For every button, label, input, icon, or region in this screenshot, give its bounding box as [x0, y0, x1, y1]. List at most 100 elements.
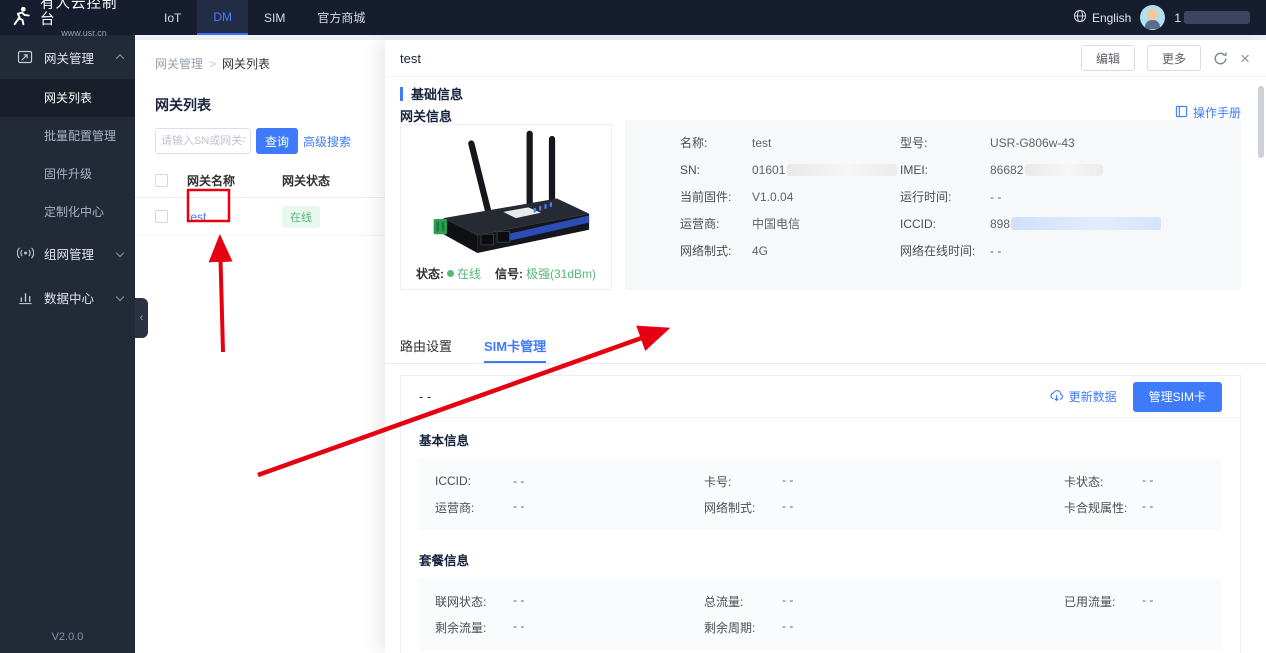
sidebar-group-network[interactable]: 组网管理 [0, 231, 135, 275]
column-gateway-name: 网关名称 [187, 172, 282, 189]
device-card: 状态: 在线 信号: 极强(31dBm) [400, 124, 612, 290]
field-value: - - [513, 619, 524, 636]
edit-button[interactable]: 编辑 [1081, 45, 1135, 71]
cloud-download-icon [1049, 388, 1064, 406]
field-label: 运行时间: [900, 188, 990, 205]
search-button[interactable]: 查询 [256, 128, 298, 154]
gateway-name-link[interactable]: test [187, 210, 206, 224]
device-status-value: 在线 [457, 265, 481, 282]
row-checkbox[interactable] [155, 210, 168, 223]
tab-sim-management[interactable]: SIM卡管理 [484, 336, 546, 363]
detail-tabs: 路由设置 SIM卡管理 [400, 336, 546, 363]
iccid-link[interactable]: 898 [990, 217, 1010, 231]
device-status-label: 状态: [416, 265, 444, 282]
nav-tab-sim[interactable]: SIM [248, 0, 301, 35]
chevron-up-icon [116, 54, 124, 62]
breadcrumb: 网关管理 > 网关列表 [155, 55, 270, 72]
field-value: - - [513, 474, 524, 488]
breadcrumb-parent[interactable]: 网关管理 [155, 55, 203, 72]
field-value: - - [782, 499, 793, 516]
field-label: ICCID: [900, 217, 990, 231]
table-row: test 在线 [135, 198, 385, 236]
page: 有人云控制台 www.usr.cn IoT DM SIM 官方商城 Englis… [0, 0, 1266, 653]
field-value: - - [782, 473, 793, 490]
imei-redacted [1025, 164, 1103, 176]
field-value: V1.0.04 [752, 190, 793, 204]
sim-management-box: - - 更新数据 管理SIM卡 基本信息 [400, 375, 1241, 653]
field-value: - - [782, 619, 793, 636]
search-input[interactable] [155, 128, 251, 154]
sidebar-group-label: 数据中心 [44, 288, 94, 307]
field-value: - - [990, 244, 1001, 258]
sidebar-group-datacenter[interactable]: 数据中心 [0, 275, 135, 319]
refresh-icon[interactable] [1213, 51, 1228, 66]
drawer-title: test [400, 51, 421, 66]
logo-title: 有人云控制台 [40, 0, 128, 29]
update-data-link[interactable]: 更新数据 [1049, 388, 1117, 406]
more-button[interactable]: 更多 [1147, 45, 1201, 71]
sidebar-collapse-handle[interactable]: ‹ [135, 298, 148, 338]
scrollbar[interactable] [1258, 86, 1264, 158]
logo-subtitle: www.usr.cn [61, 29, 107, 39]
breadcrumb-separator: > [209, 57, 216, 71]
manage-sim-button[interactable]: 管理SIM卡 [1133, 382, 1222, 412]
field-value: 4G [752, 244, 768, 258]
sidebar-group-label: 网关管理 [44, 48, 94, 67]
signal-label: 信号: [495, 265, 523, 282]
close-icon[interactable]: × [1240, 50, 1250, 67]
field-value: - - [1142, 499, 1153, 516]
usr-logo[interactable]: 有人云控制台 www.usr.cn [0, 0, 138, 35]
manual-link[interactable]: 操作手册 [1175, 104, 1241, 121]
globe-icon [1073, 9, 1087, 26]
sim-basic-info-fields: ICCID:- - 卡号:- - 卡状态:- - 运营商:- - 网络制式:- … [419, 458, 1222, 530]
version-label: V2.0.0 [0, 631, 135, 643]
field-label: 卡状态: [1064, 473, 1142, 490]
advanced-search-link[interactable]: 高级搜索 [303, 133, 351, 150]
sidebar-group-label: 组网管理 [44, 244, 94, 263]
username[interactable]: 1 [1174, 11, 1250, 25]
section-accent-bar [400, 87, 403, 101]
sidebar-item-customization[interactable]: 定制化中心 [0, 193, 135, 231]
nav-tab-mall[interactable]: 官方商城 [301, 0, 381, 35]
field-label: 型号: [900, 134, 990, 151]
sim-box-header: - - 更新数据 管理SIM卡 [401, 376, 1240, 418]
avatar[interactable] [1140, 5, 1165, 30]
tab-route-settings[interactable]: 路由设置 [400, 336, 452, 363]
sidebar: 网关管理 网关列表 批量配置管理 固件升级 定制化中心 组网管理 [0, 35, 135, 653]
field-label: 网络在线时间: [900, 242, 990, 259]
gateway-info-panel: 名称:test SN:01601 当前固件:V1.0.04 运营商:中国电信 网… [625, 120, 1241, 290]
language-switcher[interactable]: English [1073, 9, 1131, 26]
online-dot-icon [447, 270, 454, 277]
select-all-checkbox[interactable] [155, 174, 168, 187]
status-badge: 在线 [282, 206, 320, 228]
chevron-down-icon [116, 293, 124, 301]
sidebar-item-gateway-list[interactable]: 网关列表 [0, 79, 135, 117]
field-label: 总流量: [704, 593, 782, 610]
field-label: 已用流量: [1064, 593, 1142, 610]
field-label: IMEI: [900, 163, 990, 177]
sidebar-item-firmware-upgrade[interactable]: 固件升级 [0, 155, 135, 193]
nav-tab-dm[interactable]: DM [197, 0, 248, 35]
sidebar-group-gateway[interactable]: 网关管理 [0, 35, 135, 79]
field-value: - - [513, 499, 524, 516]
nav-tab-iot[interactable]: IoT [148, 0, 197, 35]
field-label: 剩余周期: [704, 619, 782, 636]
field-value: - - [513, 593, 524, 610]
sidebar-item-batch-config[interactable]: 批量配置管理 [0, 117, 135, 155]
breadcrumb-current: 网关列表 [222, 55, 270, 72]
sim-plan-info-title: 套餐信息 [419, 550, 1222, 569]
field-value: 86682 [990, 163, 1023, 177]
username-prefix: 1 [1174, 11, 1181, 25]
sn-redacted [787, 164, 897, 176]
field-label: 卡合规属性: [1064, 499, 1142, 516]
section-basic-info-label: 基础信息 [411, 84, 463, 103]
field-value: 中国电信 [752, 215, 800, 232]
bar-chart-icon [16, 290, 34, 305]
field-label: 剩余流量: [435, 619, 513, 636]
gateway-list-panel: 网关管理 > 网关列表 网关列表 查询 高级搜索 网关名称 网关状态 test … [135, 40, 385, 653]
field-value: USR-G806w-43 [990, 136, 1075, 150]
field-value: - - [782, 593, 793, 610]
field-value: - - [1142, 473, 1153, 490]
signal-icon [16, 246, 34, 260]
section-basic-info: 基础信息 [400, 84, 463, 103]
